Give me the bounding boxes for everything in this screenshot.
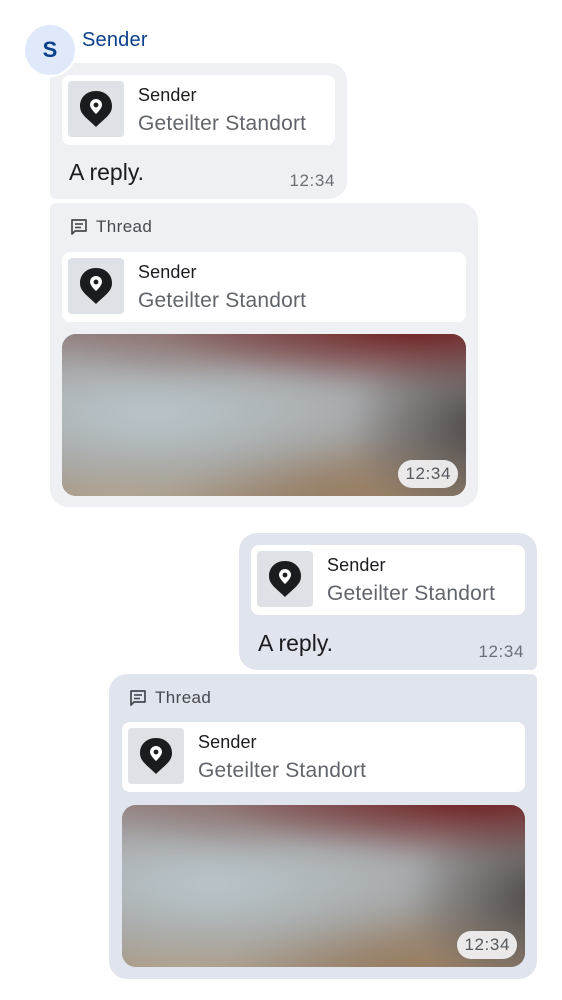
reply-sender: Sender: [138, 262, 197, 282]
message-image[interactable]: 12:34: [122, 805, 525, 967]
location-thumbnail: [68, 258, 124, 314]
reply-quote[interactable]: Sender Geteilter Standort: [62, 252, 466, 322]
image-timestamp: 12:34: [457, 931, 517, 959]
reply-quote[interactable]: Sender Geteilter Standort: [122, 722, 525, 792]
reply-quote[interactable]: Sender Geteilter Standort: [251, 545, 525, 615]
message-image[interactable]: 12:34: [62, 334, 466, 496]
thread-label: Thread: [155, 688, 212, 707]
message-bubble[interactable]: Thread Sender Geteilter Standort 12:34: [109, 674, 537, 979]
thread-icon: [71, 219, 87, 235]
reply-sender: Sender: [198, 732, 257, 752]
thread-label: Thread: [96, 217, 153, 236]
message-bubble[interactable]: Sender Geteilter Standort A reply. 12:34: [239, 533, 537, 670]
location-thumbnail: [128, 728, 184, 784]
sender-name[interactable]: Sender: [82, 29, 148, 52]
message-bubble[interactable]: Thread Sender Geteilter Standort 12:34: [50, 203, 478, 507]
location-pin-icon: [80, 91, 112, 127]
reply-quote[interactable]: Sender Geteilter Standort: [62, 75, 335, 145]
reply-preview: Geteilter Standort: [327, 582, 496, 605]
reply-sender: Sender: [327, 555, 386, 575]
thread-icon: [130, 690, 146, 706]
thread-indicator[interactable]: Thread: [128, 688, 211, 708]
reply-preview: Geteilter Standort: [138, 289, 307, 312]
message-bubble[interactable]: Sender Geteilter Standort A reply. 12:34: [50, 63, 347, 199]
location-pin-icon: [269, 561, 301, 597]
location-pin-icon: [140, 738, 172, 774]
reply-preview: Geteilter Standort: [198, 759, 367, 782]
message-timestamp: 12:34: [289, 171, 335, 190]
image-timestamp: 12:34: [398, 460, 458, 488]
sender-avatar[interactable]: S: [25, 25, 75, 75]
message-text: A reply.: [69, 159, 144, 185]
message-timestamp: 12:34: [478, 642, 524, 661]
thread-indicator[interactable]: Thread: [69, 217, 152, 237]
message-text: A reply.: [258, 630, 333, 656]
location-thumbnail: [68, 81, 124, 137]
location-thumbnail: [257, 551, 313, 607]
reply-sender: Sender: [138, 85, 197, 105]
reply-preview: Geteilter Standort: [138, 112, 307, 135]
location-pin-icon: [80, 268, 112, 304]
